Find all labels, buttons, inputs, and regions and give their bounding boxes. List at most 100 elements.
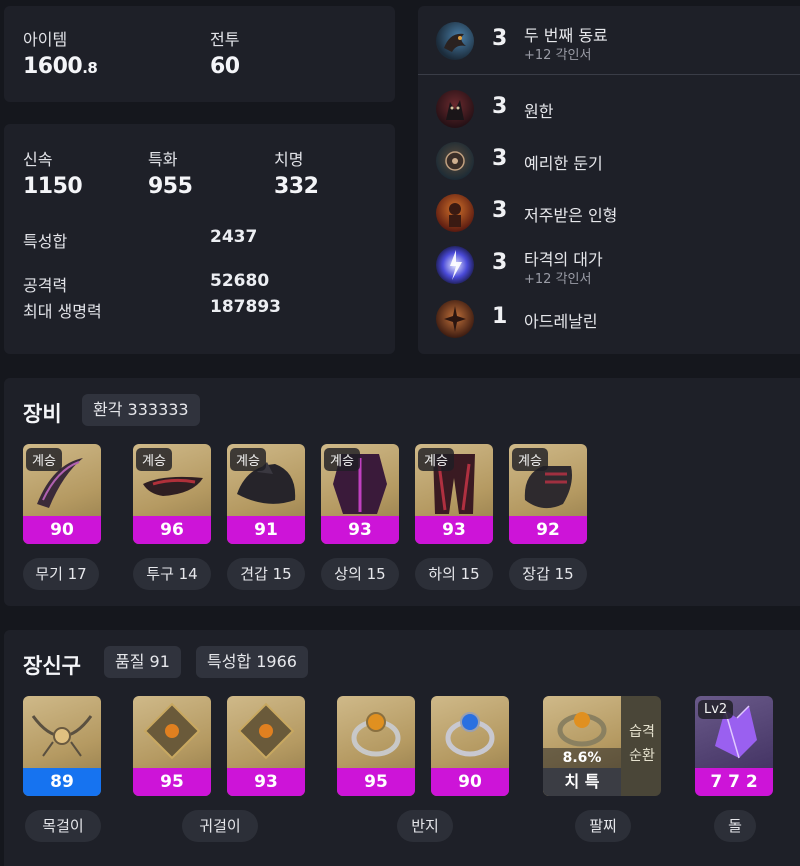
dragon-icon xyxy=(436,22,474,60)
engraving-name: 두 번째 동료 xyxy=(524,26,608,45)
inherit-tag: 계승 xyxy=(512,448,548,471)
engraving-row[interactable]: 3 예리한 둔기 xyxy=(418,136,800,186)
engraving-row[interactable]: 1 아드레날린 xyxy=(418,294,800,344)
grudge-icon xyxy=(436,90,474,128)
quality-bar: 93 xyxy=(227,768,305,796)
quality-bar: 90 xyxy=(431,768,509,796)
engraving-name: 아드레날린 xyxy=(524,312,598,331)
pants-item[interactable]: 계승 93 xyxy=(415,444,493,544)
equipment-title: 장비 xyxy=(23,402,62,426)
quality-chip: 품질 91 xyxy=(104,646,181,678)
swiftness-label: 신속 xyxy=(23,150,53,169)
bracelet-label: 팔찌 xyxy=(575,810,631,842)
stone-value: 7 7 2 xyxy=(695,768,773,796)
quality-bar: 96 xyxy=(133,516,211,544)
bracelet-stats: 치 특 xyxy=(543,768,621,796)
engraving-row[interactable]: 3 타격의 대가 +12 각인서 xyxy=(418,240,800,290)
earring-icon xyxy=(143,702,201,760)
specialization-label: 특화 xyxy=(148,150,178,169)
attack-label: 공격력 xyxy=(23,276,68,295)
bracelet-percent: 8.6% xyxy=(543,748,621,768)
attack-value: 52680 xyxy=(210,271,270,291)
shoulder-item[interactable]: 계승 91 xyxy=(227,444,305,544)
gloves-item[interactable]: 계승 92 xyxy=(509,444,587,544)
engraving-level: 3 xyxy=(492,198,508,223)
gloves-label: 장갑 15 xyxy=(509,558,587,590)
quality-bar: 89 xyxy=(23,768,101,796)
chest-item[interactable]: 계승 93 xyxy=(321,444,399,544)
max-hp-value: 187893 xyxy=(210,297,281,317)
divider xyxy=(418,74,800,75)
crit-label: 치명 xyxy=(274,150,304,169)
stone-label: 돌 xyxy=(714,810,756,842)
ring-label: 반지 xyxy=(397,810,453,842)
engraving-row[interactable]: 3 원한 xyxy=(418,84,800,134)
engraving-row[interactable]: 3 저주받은 인형 xyxy=(418,188,800,238)
inherit-tag: 계승 xyxy=(418,448,454,471)
engraving-level: 1 xyxy=(492,304,508,329)
total-stat-chip: 특성합 1966 xyxy=(196,646,308,678)
quality-bar: 95 xyxy=(133,768,211,796)
engraving-book: +12 각인서 xyxy=(524,272,592,287)
swiftness-value: 1150 xyxy=(23,174,83,199)
earring-label: 귀걸이 xyxy=(182,810,258,842)
total-stat-value: 2437 xyxy=(210,227,258,247)
ring-icon xyxy=(445,712,495,757)
accessories-panel: 장신구 품질 91 특성합 1966 89 95 93 95 90 8.6% 치… xyxy=(4,630,800,866)
engraving-book: +12 각인서 xyxy=(524,48,592,63)
ring-icon xyxy=(351,712,401,757)
engraving-name: 예리한 둔기 xyxy=(524,154,603,173)
item-level-value: 1600.8 xyxy=(23,54,98,79)
stats-panel: 신속 1150 특화 955 치명 332 특성합 2437 공격력 52680… xyxy=(4,124,395,354)
weapon-label: 무기 17 xyxy=(23,558,99,590)
combat-level-value: 60 xyxy=(210,54,240,79)
stone-level-tag: Lv2 xyxy=(698,700,734,719)
shoulder-label: 견갑 15 xyxy=(227,558,305,590)
ring-item[interactable]: 95 xyxy=(337,696,415,796)
inherit-tag: 계승 xyxy=(136,448,172,471)
necklace-label: 목걸이 xyxy=(25,810,101,842)
engraving-row[interactable]: 3 두 번째 동료 +12 각인서 xyxy=(418,16,800,66)
engravings-panel: 3 두 번째 동료 +12 각인서 3 원한 3 예리한 둔기 3 저주받은 인… xyxy=(418,6,800,354)
quality-bar: 92 xyxy=(509,516,587,544)
bracelet-item[interactable]: 8.6% 치 특 습격 순환 xyxy=(543,696,661,796)
ring-item[interactable]: 90 xyxy=(431,696,509,796)
engraving-level: 3 xyxy=(492,146,508,171)
ability-stone-item[interactable]: Lv2 7 7 2 xyxy=(695,696,773,796)
quality-bar: 91 xyxy=(227,516,305,544)
equipment-panel: 장비 환각 333333 계승 90 계승 96 계승 91 계승 93 계승 … xyxy=(4,378,800,606)
pants-label: 하의 15 xyxy=(415,558,493,590)
item-level-panel: 아이템 1600.8 전투 60 xyxy=(4,6,395,102)
engraving-name: 저주받은 인형 xyxy=(524,206,618,225)
engraving-level: 3 xyxy=(492,26,508,51)
engraving-level: 3 xyxy=(492,250,508,275)
lightning-strike-icon xyxy=(436,246,474,284)
earring-icon xyxy=(237,702,295,760)
specialization-value: 955 xyxy=(148,174,193,199)
weapon-item[interactable]: 계승 90 xyxy=(23,444,101,544)
adrenaline-icon xyxy=(436,300,474,338)
helmet-label: 투구 14 xyxy=(133,558,211,590)
crit-value: 332 xyxy=(274,174,319,199)
engraving-name: 타격의 대가 xyxy=(524,250,603,269)
accessories-title: 장신구 xyxy=(23,654,81,678)
inherit-tag: 계승 xyxy=(26,448,62,471)
earring-item[interactable]: 95 xyxy=(133,696,211,796)
necklace-icon xyxy=(31,715,93,757)
transcendence-chip: 환각 333333 xyxy=(82,394,200,426)
inherit-tag: 계승 xyxy=(230,448,266,471)
engraving-name: 원한 xyxy=(524,102,554,121)
quality-bar: 90 xyxy=(23,516,101,544)
combat-level-label: 전투 xyxy=(210,30,240,49)
quality-bar: 93 xyxy=(415,516,493,544)
item-level-label: 아이템 xyxy=(23,30,68,49)
necklace-item[interactable]: 89 xyxy=(23,696,101,796)
total-stat-label: 특성합 xyxy=(23,232,68,251)
inherit-tag: 계승 xyxy=(324,448,360,471)
earring-item[interactable]: 93 xyxy=(227,696,305,796)
helmet-item[interactable]: 계승 96 xyxy=(133,444,211,544)
bracelet-effects: 습격 순환 xyxy=(629,724,655,764)
quality-bar: 93 xyxy=(321,516,399,544)
chest-label: 상의 15 xyxy=(321,558,399,590)
max-hp-label: 최대 생명력 xyxy=(23,302,102,321)
